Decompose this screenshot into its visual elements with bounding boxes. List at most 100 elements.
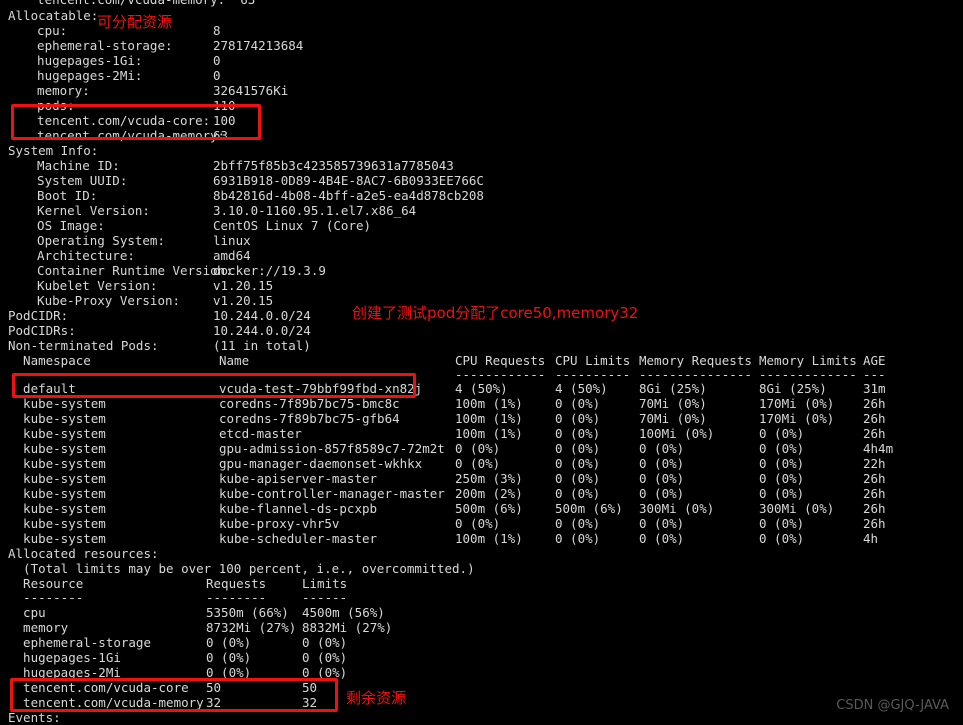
system-info-key-boot-id: Boot ID: (22, 188, 98, 203)
system-info-value-kube-proxy-version: v1.20.15 (213, 293, 274, 308)
allocatable-value-vcuda-core: 100 (213, 113, 236, 128)
allocated-resource-name: ephemeral-storage (8, 635, 151, 650)
pod-memory-limits: 0 (0%) (759, 456, 805, 471)
pod-memory-requests: 0 (0%) (639, 486, 685, 501)
system-info-key-os-image: OS Image: (22, 218, 105, 233)
pod-memory-limits: 0 (0%) (759, 516, 805, 531)
pod-namespace: kube-system (8, 486, 106, 501)
pod-memory-limits: 0 (0%) (759, 531, 805, 546)
allocatable-value-hugepages-1gi: 0 (213, 53, 221, 68)
system-info-value-machine-id: 2bff75f85b3c423585739631a7785043 (213, 158, 454, 173)
pod-memory-limits: 300Mi (0%) (759, 501, 835, 516)
allocated-resource-requests: 8732Mi (27%) (206, 620, 297, 635)
allocated-resource-limits: 4500m (56%) (302, 605, 385, 620)
pod-memory-limits: 170Mi (0%) (759, 411, 835, 426)
pod-memory-limits: 8Gi (25%) (759, 381, 827, 396)
pod-age: 4h (863, 531, 879, 546)
pods-header-cpu-limits: CPU Limits (555, 353, 631, 368)
pods-header-memory-requests: Memory Requests (639, 353, 752, 368)
allocatable-value-pods: 110 (213, 98, 236, 113)
allocatable-key-hugepages-1gi: hugepages-1Gi: (22, 53, 143, 68)
pod-name: gpu-manager-daemonset-wkhkx (219, 456, 423, 471)
pod-memory-requests: 0 (0%) (639, 441, 685, 456)
allocated-resource-requests: 32 (206, 695, 222, 710)
pod-cpu-requests: 100m (1%) (455, 426, 523, 441)
non-terminated-pods-total: (11 in total) (213, 338, 311, 353)
pods-header-name: Name (219, 353, 250, 368)
allocatable-key-vcuda-core: tencent.com/vcuda-core: (22, 113, 211, 128)
system-info-key-kube-proxy-version: Kube-Proxy Version: (22, 293, 181, 308)
pod-age: 26h (863, 486, 886, 501)
allocatable-value-ephemeral-storage: 278174213684 (213, 38, 304, 53)
allocated-resource-name: cpu (8, 605, 46, 620)
pod-name: kube-proxy-vhr5v (219, 516, 340, 531)
pod-cpu-requests: 4 (50%) (455, 381, 508, 396)
allocated-resources-heading: Allocated resources: (8, 546, 159, 561)
pod-namespace: kube-system (8, 471, 106, 486)
pod-cpu-limits: 4 (50%) (555, 381, 608, 396)
pods-header-age: AGE (863, 353, 886, 368)
pod-name: kube-scheduler-master (219, 531, 378, 546)
allocated-resource-requests: 50 (206, 680, 222, 695)
allocated-resource-limits: 50 (302, 680, 318, 695)
pod-namespace: kube-system (8, 516, 106, 531)
pod-cpu-requests: 200m (2%) (455, 486, 523, 501)
system-info-key-operating-system: Operating System: (22, 233, 165, 248)
allocated-resource-name: hugepages-2Mi (8, 665, 121, 680)
system-info-key-kubelet-version: Kubelet Version: (22, 278, 158, 293)
pod-memory-limits: 0 (0%) (759, 426, 805, 441)
allocated-resource-name: tencent.com/vcuda-memory (8, 695, 204, 710)
pod-memory-requests: 70Mi (0%) (639, 396, 707, 411)
pod-memory-limits: 0 (0%) (759, 471, 805, 486)
allocatable-value-hugepages-2mi: 0 (213, 68, 221, 83)
pod-name: kube-flannel-ds-pcxpb (219, 501, 378, 516)
allocatable-key-pods: pods: (22, 98, 75, 113)
pods-separator-age: --- (863, 367, 886, 382)
pod-memory-requests: 0 (0%) (639, 471, 685, 486)
allocated-separator-resource: -------- (8, 590, 84, 605)
pod-cpu-requests: 100m (1%) (455, 411, 523, 426)
pod-cpu-requests: 250m (3%) (455, 471, 523, 486)
allocated-resource-limits: 0 (0%) (302, 665, 348, 680)
pod-cpu-limits: 0 (0%) (555, 516, 601, 531)
pod-cpu-requests: 0 (0%) (455, 516, 501, 531)
pod-name: vcuda-test-79bbf99fbd-xn82j (219, 381, 423, 396)
pods-separator-cpu-limits: ---------- (555, 367, 631, 382)
pod-age: 26h (863, 471, 886, 486)
pod-age: 26h (863, 396, 886, 411)
pod-namespace: kube-system (8, 501, 106, 516)
csdn-watermark: CSDN @GJQ-JAVA (836, 698, 949, 713)
pod-namespace: kube-system (8, 531, 106, 546)
allocated-resources-note: (Total limits may be over 100 percent, i… (8, 561, 475, 576)
pod-cpu-requests: 0 (0%) (455, 441, 501, 456)
pod-namespace: default (8, 381, 76, 396)
allocated-resource-limits: 0 (0%) (302, 635, 348, 650)
pod-name: kube-apiserver-master (219, 471, 378, 486)
allocated-separator-requests: -------- (206, 590, 267, 605)
pod-name: coredns-7f89b7bc75-gfb64 (219, 411, 400, 426)
allocated-resource-name: hugepages-1Gi (8, 650, 121, 665)
allocated-header-requests: Requests (206, 576, 267, 591)
allocated-resource-limits: 32 (302, 695, 318, 710)
allocatable-key-memory: memory: (22, 83, 90, 98)
pod-cpu-limits: 500m (6%) (555, 501, 623, 516)
system-info-value-container-runtime-version: docker://19.3.9 (213, 263, 326, 278)
allocated-header-limits: Limits (302, 576, 348, 591)
pod-cpu-limits: 0 (0%) (555, 441, 601, 456)
pod-name: etcd-master (219, 426, 302, 441)
pod-namespace: kube-system (8, 456, 106, 471)
pods-separator-cpu-requests: ------------ (455, 367, 546, 382)
system-info-key-container-runtime-version: Container Runtime Version: (22, 263, 233, 278)
pod-cpu-limits: 0 (0%) (555, 426, 601, 441)
system-info-key-architecture: Architecture: (22, 248, 135, 263)
pod-memory-requests: 0 (0%) (639, 531, 685, 546)
non-terminated-pods-label: Non-terminated Pods: (8, 338, 159, 353)
allocated-resource-requests: 0 (0%) (206, 635, 252, 650)
allocatable-heading: Allocatable: (8, 8, 99, 23)
system-info-value-system-uuid: 6931B918-0D89-4B4E-8AC7-6B0933EE766C (213, 173, 484, 188)
clipped-top-line: tencent.com/vcuda-memory: 63 (22, 0, 255, 7)
system-info-value-kernel-version: 3.10.0-1160.95.1.el7.x86_64 (213, 203, 417, 218)
allocated-resource-requests: 5350m (66%) (206, 605, 289, 620)
allocatable-key-ephemeral-storage: ephemeral-storage: (22, 38, 173, 53)
system-info-value-os-image: CentOS Linux 7 (Core) (213, 218, 372, 233)
